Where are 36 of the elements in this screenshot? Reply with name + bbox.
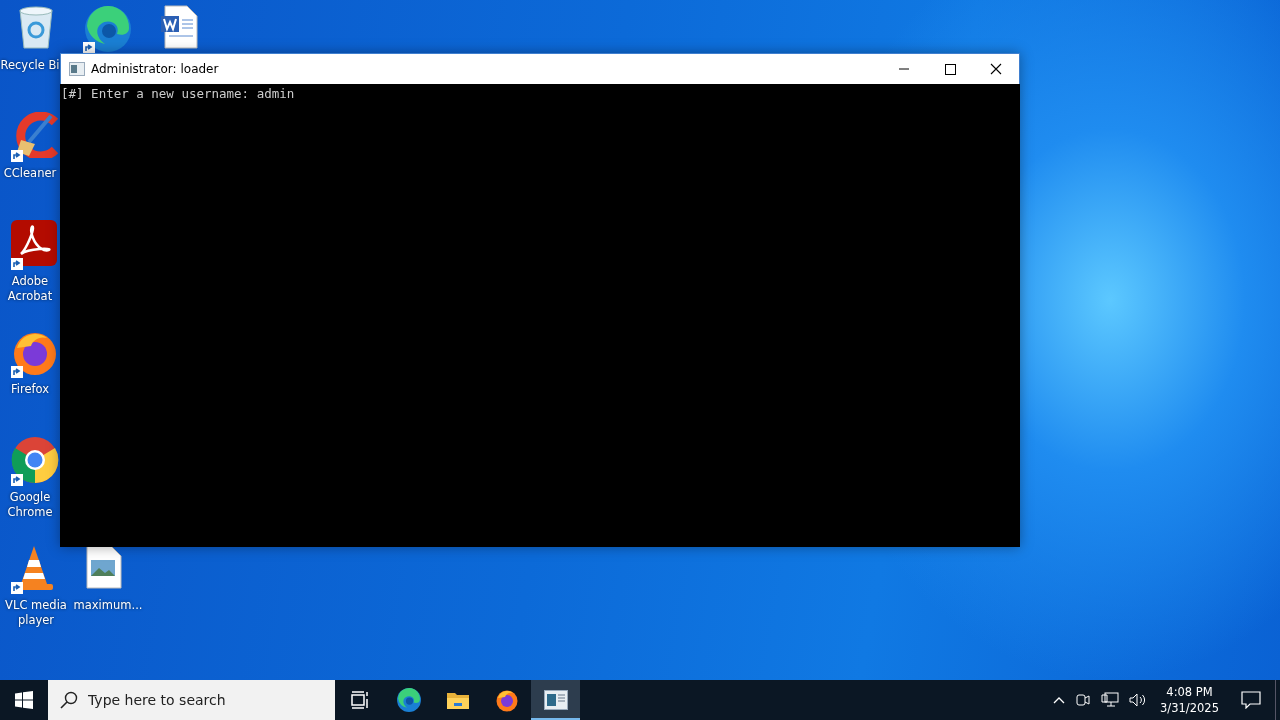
acrobat-icon (11, 220, 57, 266)
desktop-icon-label[interactable]: CCleaner (0, 166, 60, 181)
console-line: [#] Enter a new username: admin (61, 86, 296, 102)
desktop-icon-label[interactable]: maximum... (72, 598, 144, 613)
console-window-icon (543, 690, 568, 710)
clock-date: 3/31/2025 (1160, 700, 1219, 716)
shortcut-arrow-icon (11, 366, 23, 378)
search-field[interactable]: Type here to search (48, 680, 335, 720)
window-title: Administrator: loader (91, 62, 220, 76)
desktop-icon-label[interactable]: Google Chrome (0, 490, 60, 520)
search-icon (60, 691, 78, 709)
shortcut-arrow-icon (11, 582, 23, 594)
clock-time: 4:08 PM (1166, 684, 1213, 700)
desktop-icon-label[interactable]: VLC media player (0, 598, 72, 628)
maximize-icon (944, 63, 956, 75)
desktop-icon-label[interactable]: Recycle Bi (0, 58, 60, 73)
shortcut-arrow-icon (11, 474, 23, 486)
windows-logo-icon (15, 691, 33, 709)
console-window-icon (69, 62, 85, 76)
shortcut-arrow-icon (11, 258, 23, 270)
speech-bubble-icon (1241, 691, 1261, 709)
chrome-icon (11, 436, 59, 484)
edge-icon (83, 4, 133, 54)
image-file-icon (83, 544, 123, 590)
desktop-icon-label[interactable]: Adobe Acrobat (0, 274, 60, 304)
desktop-icon-label[interactable]: Firefox (0, 382, 60, 397)
minimize-icon (899, 68, 909, 70)
chevron-up-icon (1053, 696, 1066, 704)
edge-icon (395, 687, 422, 713)
close-icon (990, 63, 1002, 75)
firefox-icon (494, 688, 519, 712)
shortcut-arrow-icon (11, 150, 23, 162)
taskbar-app-button[interactable] (531, 680, 580, 720)
document-icon (159, 4, 199, 50)
task-view-icon (349, 691, 370, 709)
folder-icon (445, 690, 470, 710)
